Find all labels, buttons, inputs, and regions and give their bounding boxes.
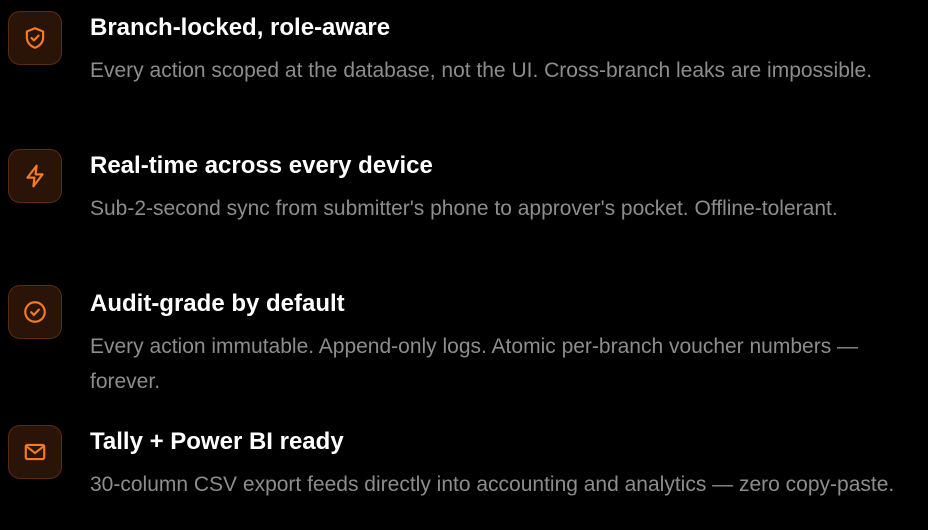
feature-description: 30-column CSV export feeds directly into… [90,473,895,496]
shield-check-icon [25,27,45,49]
feature-title: Real-time across every device [90,152,433,179]
feature-item-real-time: Real-time across every device Sub-2-seco… [0,138,928,268]
feature-icon-box [8,285,62,339]
feature-description: Sub-2-second sync from submitter's phone… [90,197,838,220]
feature-icon-box [8,149,62,203]
feature-title: Audit-grade by default [90,290,345,317]
feature-icon-box [8,425,62,479]
check-circle-icon [24,301,46,323]
feature-item-tally-powerbi: Tally + Power BI ready 30-column CSV exp… [0,414,928,530]
feature-item-branch-locked: Branch-locked, role-aware Every action s… [0,0,928,130]
lightning-bolt-icon [26,164,44,188]
feature-icon-box [8,11,62,65]
feature-description: Every action immutable. Append-only logs… [90,335,859,393]
feature-title: Tally + Power BI ready [90,428,344,455]
feature-title: Branch-locked, role-aware [90,14,391,41]
feature-item-audit-grade: Audit-grade by default Every action immu… [0,276,928,406]
feature-description: Every action scoped at the database, not… [90,59,873,82]
mail-icon [24,443,46,461]
